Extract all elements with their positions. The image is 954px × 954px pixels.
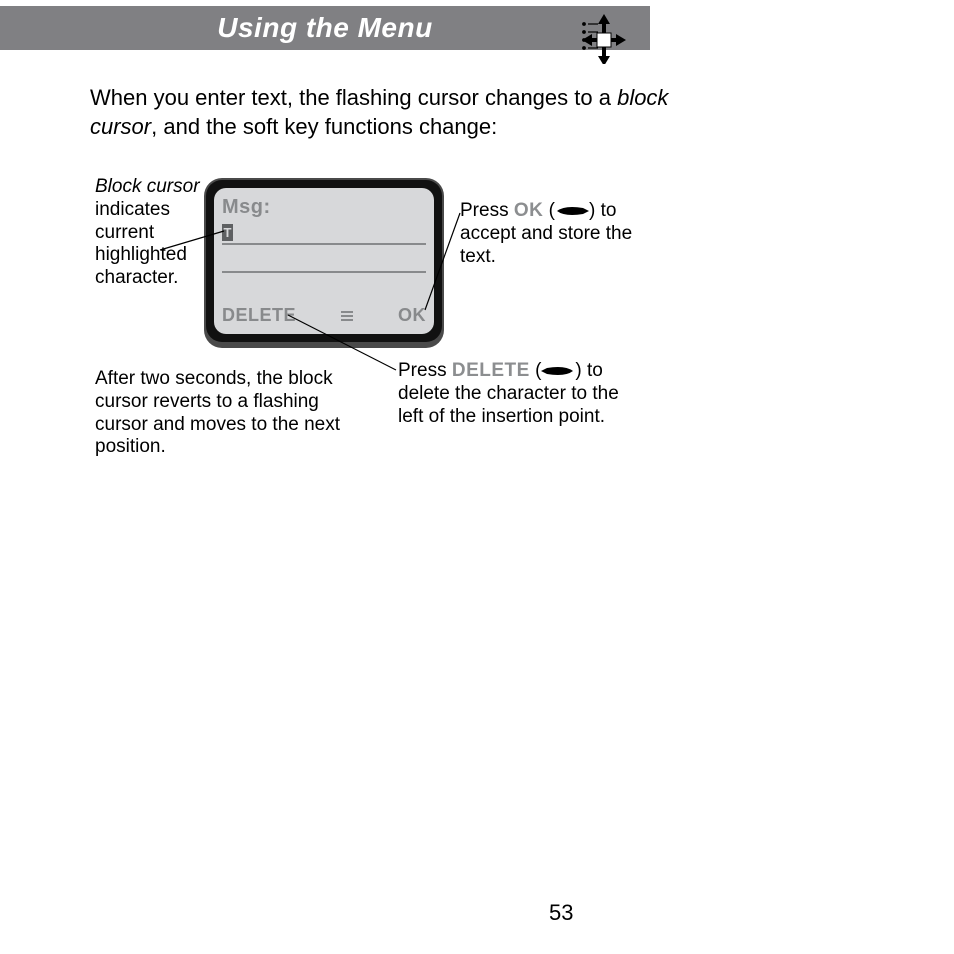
block-cursor: T xyxy=(222,224,233,241)
softkey-delete[interactable]: DELETE xyxy=(222,305,296,326)
softkey-row: DELETE OK xyxy=(222,305,426,326)
callout-block-cursor-em: Block cursor xyxy=(95,176,200,197)
callout-ok-sk: OK xyxy=(514,200,544,221)
callout-ok-before: Press xyxy=(460,200,514,221)
softkey-ok[interactable]: OK xyxy=(398,305,426,326)
intro-before: When you enter text, the flashing cursor… xyxy=(90,85,617,110)
callout-delete-sk: DELETE xyxy=(452,360,530,381)
callout-delete: Press DELETE () to delete the character … xyxy=(398,360,638,428)
text-underline-2 xyxy=(222,271,426,273)
header-bar: Using the Menu xyxy=(0,6,650,50)
phone-content: Msg: T DELETE OK xyxy=(222,196,426,326)
menu-icon[interactable] xyxy=(341,311,353,321)
page-number: 53 xyxy=(549,900,573,926)
callout-revert: After two seconds, the block cursor reve… xyxy=(95,368,365,459)
leader-lines xyxy=(0,0,954,954)
intro-text: When you enter text, the flashing cursor… xyxy=(90,84,670,141)
text-underline-1 xyxy=(222,243,426,245)
page-title: Using the Menu xyxy=(217,12,432,44)
ok-key-icon: () xyxy=(549,200,601,221)
delete-key-icon: () xyxy=(535,360,587,381)
callout-delete-before: Press xyxy=(398,360,452,381)
callout-block-cursor: Block cursor indicates current highlight… xyxy=(95,176,200,290)
callout-ok: Press OK () to accept and store the text… xyxy=(460,200,650,268)
phone-screen: Msg: T DELETE OK xyxy=(204,178,444,348)
msg-label: Msg: xyxy=(222,196,426,219)
navigate-icon xyxy=(574,8,630,64)
callout-block-cursor-rest: indicates current highlighted character. xyxy=(95,199,187,288)
intro-after: , and the soft key functions change: xyxy=(151,114,497,139)
